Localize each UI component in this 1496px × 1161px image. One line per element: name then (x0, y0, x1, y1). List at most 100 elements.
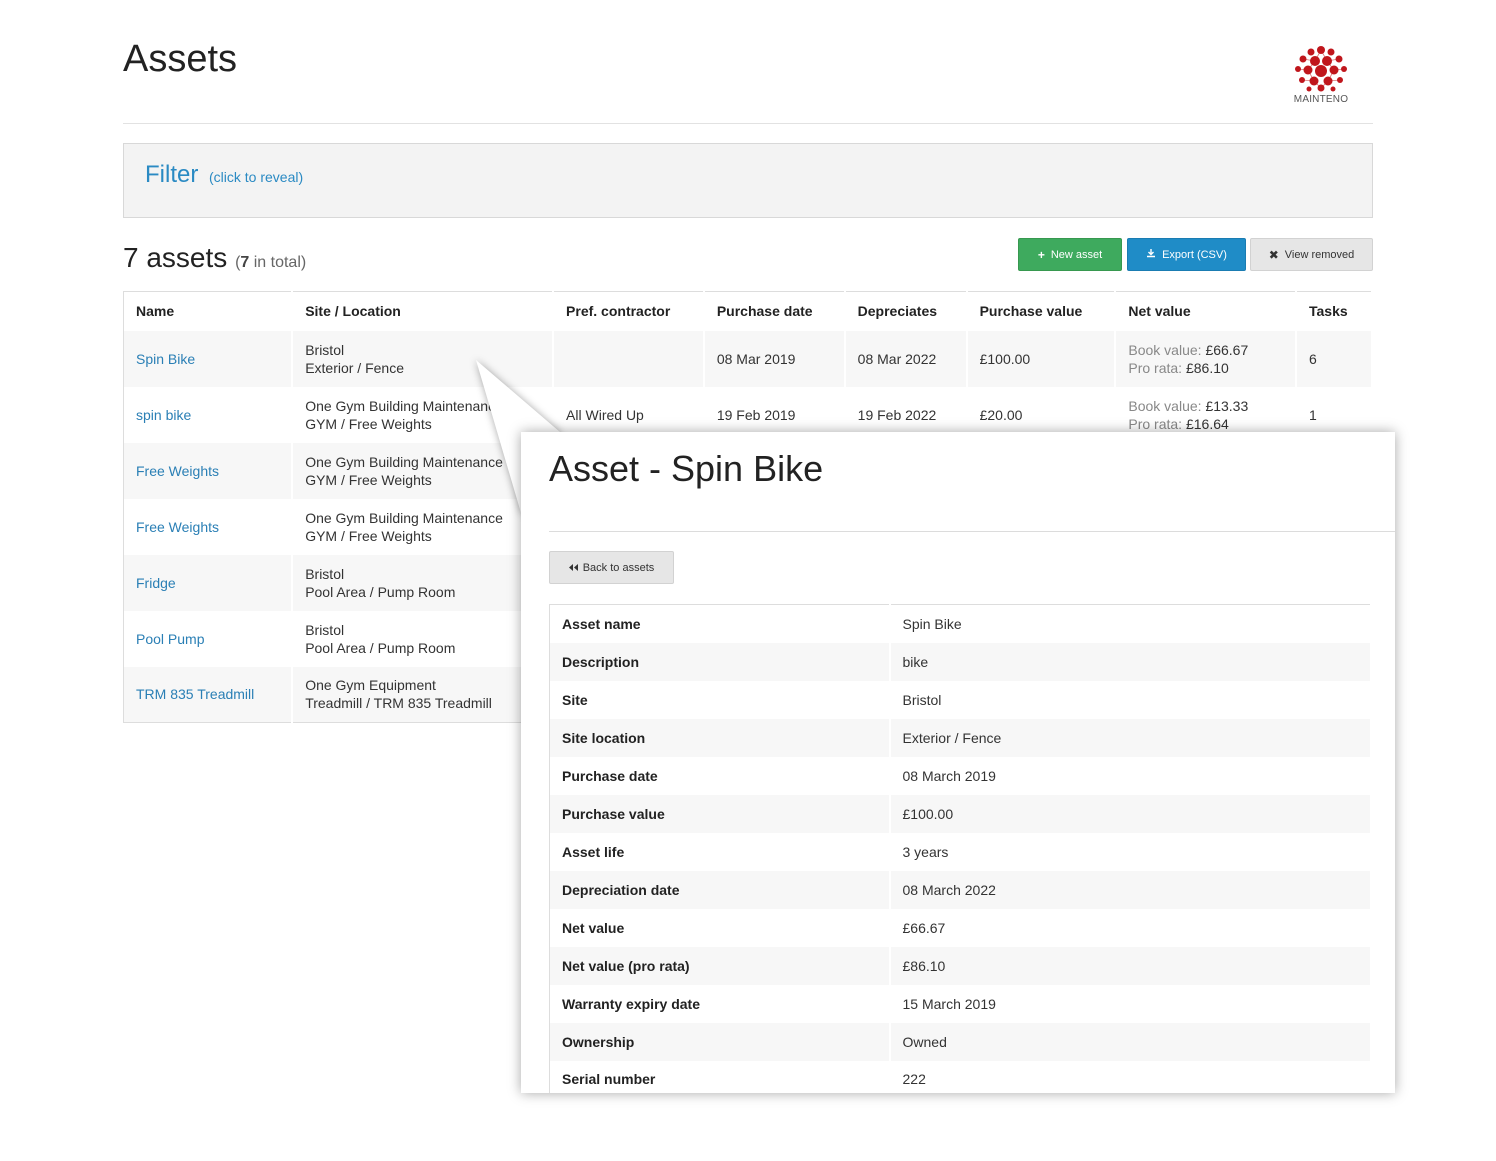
logo-text: MAINTENO (1293, 94, 1349, 105)
field-value: 15 March 2019 (889, 984, 1372, 1023)
site-location: Exterior / Fence (305, 359, 405, 376)
asset-name-link[interactable]: Free Weights (136, 519, 219, 535)
column-header-depreciates[interactable]: Depreciates (844, 291, 968, 331)
field-label: Purchase date (549, 756, 891, 795)
site-location: Pool Area / Pump Room (305, 639, 456, 656)
pro-rata-value: £16.64 (1185, 415, 1229, 432)
field-label: Depreciation date (549, 870, 891, 909)
field-value: £100.00 (889, 794, 1372, 833)
field-value: 222 (889, 1060, 1372, 1093)
site-name: One Gym Building Maintenance (305, 453, 503, 470)
book-value-label: Book value: (1128, 397, 1202, 414)
field-label: Ownership (549, 1022, 891, 1061)
site-location: Pool Area / Pump Room (305, 583, 456, 600)
field-label: Purchase value (549, 794, 891, 833)
rewind-icon (568, 562, 578, 574)
detail-row: Site location Exterior / Fence (549, 718, 1372, 757)
detail-row: Purchase date 08 March 2019 (549, 756, 1372, 795)
logo-mark-icon (1295, 46, 1347, 92)
pro-rata-label: Pro rata: (1128, 359, 1183, 376)
purchase-date: 08 Mar 2019 (703, 330, 846, 387)
detail-row: Ownership Owned (549, 1022, 1372, 1061)
header-divider (123, 123, 1373, 124)
view-removed-label: View removed (1284, 248, 1355, 261)
site-location: GYM / Free Weights (305, 527, 432, 544)
detail-divider (549, 531, 1395, 532)
detail-row: Asset life 3 years (549, 832, 1372, 871)
view-removed-button[interactable]: ✖ View removed (1250, 238, 1373, 271)
site-name: One Gym Equipment (305, 677, 436, 694)
back-to-assets-label: Back to assets (582, 561, 655, 574)
book-value-label: Book value: (1128, 341, 1202, 358)
pro-rata-value: £86.10 (1185, 359, 1229, 376)
asset-detail-table: Asset name Spin Bike Description bike Site… (549, 604, 1372, 1093)
field-value: Spin Bike (889, 604, 1372, 643)
detail-title: Asset - Spin Bike (549, 448, 824, 489)
pro-rata-label: Pro rata: (1128, 415, 1183, 432)
field-label: Site (549, 680, 891, 719)
field-label: Net value (pro rata) (549, 946, 891, 985)
detail-row: Net value (pro rata) £86.10 (549, 946, 1372, 985)
column-header-name[interactable]: Name (123, 291, 294, 331)
field-label: Asset life (549, 832, 891, 871)
field-label: Serial number (549, 1060, 891, 1093)
export-csv-label: Export (CSV) (1162, 248, 1227, 261)
table-header-row: Name Site / Location Pref. contractor Pu… (123, 291, 1374, 331)
asset-total-close: in total) (249, 254, 307, 271)
new-asset-button[interactable]: + New asset (1018, 238, 1122, 271)
book-value: £13.33 (1205, 397, 1249, 414)
asset-name-link[interactable]: Spin Bike (136, 351, 195, 367)
asset-total-number: 7 (240, 254, 250, 271)
field-label: Asset name (549, 604, 891, 643)
asset-name-link[interactable]: Free Weights (136, 463, 219, 479)
column-header-purchase-value[interactable]: Purchase value (966, 291, 1117, 331)
field-label: Warranty expiry date (549, 984, 891, 1023)
site-location: GYM / Free Weights (305, 415, 432, 432)
download-icon (1146, 248, 1156, 261)
field-value: Exterior / Fence (889, 718, 1372, 757)
asset-name-link[interactable]: Fridge (136, 575, 176, 591)
field-value: bike (889, 642, 1372, 681)
site-name: One Gym Building Maintenance (305, 509, 503, 526)
export-csv-button[interactable]: Export (CSV) (1127, 238, 1246, 271)
detail-row: Description bike (549, 642, 1372, 681)
column-header-tasks[interactable]: Tasks (1295, 291, 1374, 331)
detail-row: Net value £66.67 (549, 908, 1372, 947)
detail-row: Depreciation date 08 March 2022 (549, 870, 1372, 909)
asset-detail-panel: Asset - Spin Bike Back to assets Asset n… (521, 432, 1395, 1093)
field-label: Site location (549, 718, 891, 757)
purchase-value: £100.00 (966, 330, 1117, 387)
asset-name-link[interactable]: TRM 835 Treadmill (136, 686, 254, 702)
asset-name-link[interactable]: spin bike (136, 407, 191, 423)
book-value: £66.67 (1205, 341, 1249, 358)
field-value: Bristol (889, 680, 1372, 719)
detail-row: Warranty expiry date 15 March 2019 (549, 984, 1372, 1023)
field-label: Net value (549, 908, 891, 947)
mainteno-logo[interactable]: MAINTENO (1286, 42, 1356, 106)
field-value: £86.10 (889, 946, 1372, 985)
filter-toggle[interactable]: Filter (click to reveal) (145, 161, 303, 189)
column-header-purchase-date[interactable]: Purchase date (703, 291, 846, 331)
field-value: Owned (889, 1022, 1372, 1061)
filter-hint: (click to reveal) (209, 169, 304, 185)
contractor (553, 330, 705, 387)
column-header-net-value[interactable]: Net value (1115, 291, 1297, 331)
filter-panel[interactable]: Filter (click to reveal) (123, 143, 1373, 218)
field-value: 3 years (889, 832, 1372, 871)
asset-name-link[interactable]: Pool Pump (136, 631, 204, 647)
back-to-assets-button[interactable]: Back to assets (549, 551, 674, 584)
field-value: 08 March 2022 (889, 870, 1372, 909)
site-name: Bristol (305, 621, 345, 638)
table-row[interactable]: Spin Bike Bristol Exterior / Fence 08 Mar… (123, 330, 1374, 387)
field-value: 08 March 2019 (889, 756, 1372, 795)
detail-row: Asset name Spin Bike (549, 604, 1372, 643)
net-value: Book value: £66.67 Pro rata: £86.10 (1115, 330, 1297, 387)
filter-title: Filter (145, 161, 199, 188)
site-location: GYM / Free Weights (305, 471, 432, 488)
column-header-contractor[interactable]: Pref. contractor (553, 291, 705, 331)
column-header-site[interactable]: Site / Location (292, 291, 555, 331)
task-count: 6 (1295, 330, 1374, 387)
detail-row: Site Bristol (549, 680, 1372, 719)
page-title: Assets (123, 38, 238, 80)
field-label: Description (549, 642, 891, 681)
